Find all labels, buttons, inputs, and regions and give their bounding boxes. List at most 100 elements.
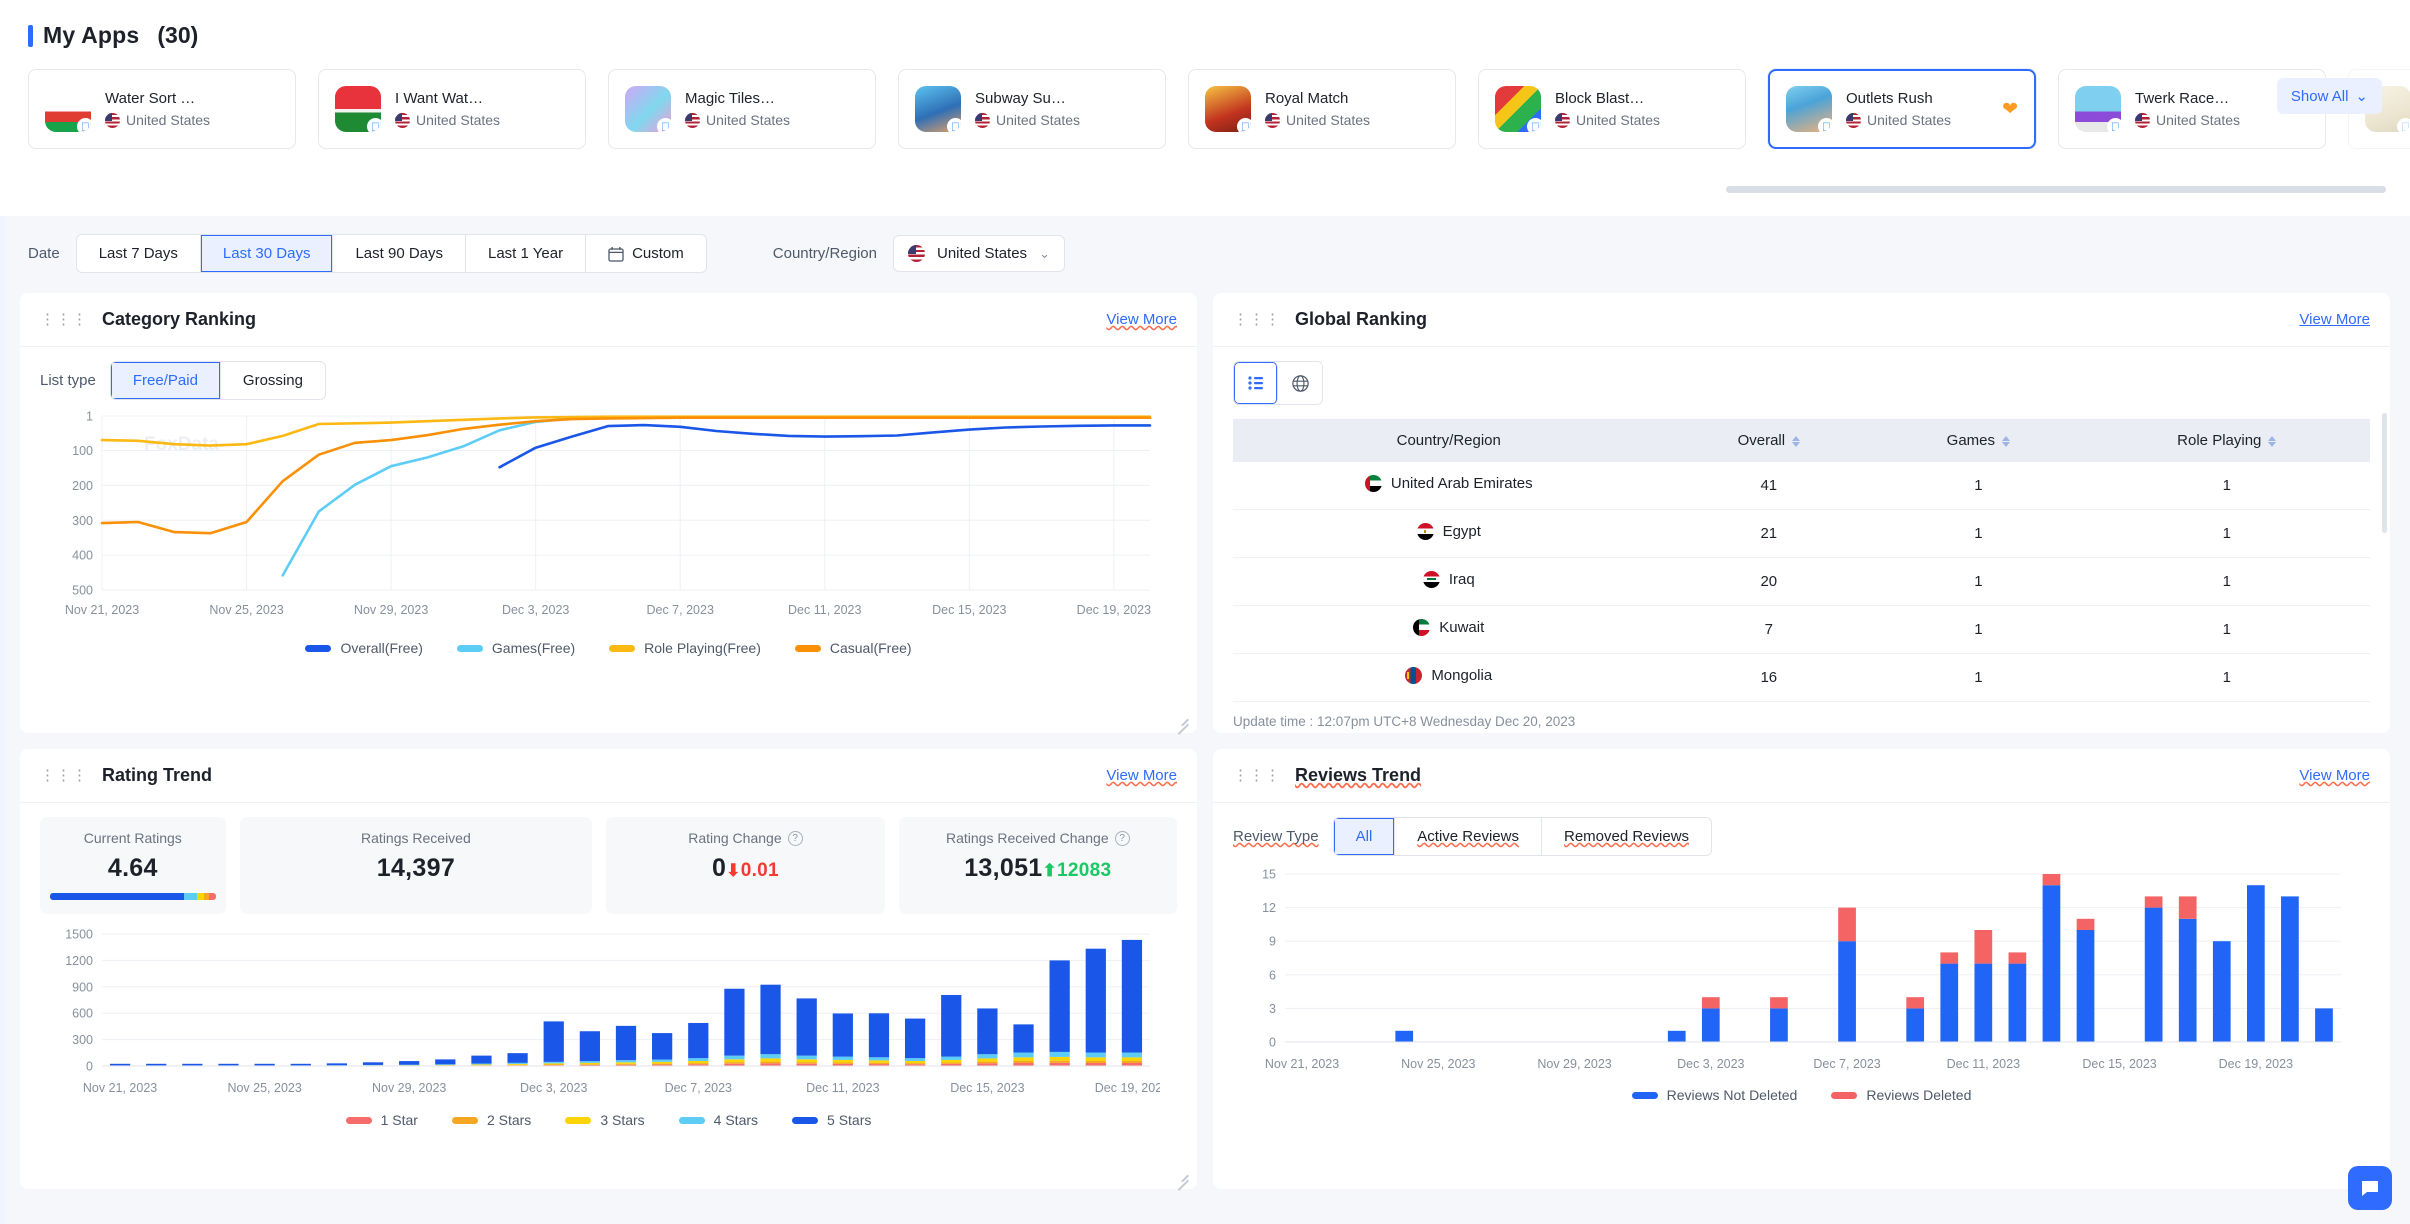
app-card[interactable]:  Subway Su… United States (898, 69, 1166, 149)
legend-item[interactable]: Reviews Deleted (1831, 1087, 1971, 1103)
cell-role-playing: 1 (2083, 462, 2370, 510)
legend-item[interactable]: 5 Stars (792, 1112, 871, 1128)
category-ranking-legend: Overall(Free) Games(Free) Role Playing(Fre… (40, 640, 1177, 656)
legend-item[interactable]: Games(Free) (456, 640, 575, 656)
svg-text:Nov 29, 2023: Nov 29, 2023 (354, 603, 428, 617)
drag-handle-icon[interactable]: ⋮⋮⋮ (40, 312, 88, 327)
global-ranking-panel: ⋮⋮⋮ Global Ranking View More Country/Reg… (1213, 293, 2390, 733)
globe-view-icon[interactable] (1278, 362, 1322, 404)
global-ranking-view-more[interactable]: View More (2299, 311, 2370, 328)
svg-text:1500: 1500 (65, 928, 93, 942)
segment-option[interactable]: Custom (586, 235, 706, 272)
legend-item[interactable]: 3 Stars (565, 1112, 645, 1128)
svg-text:600: 600 (72, 1007, 93, 1021)
metric-card: Current Ratings 4.64 (40, 817, 226, 914)
svg-text:400: 400 (72, 549, 93, 563)
cell-games: 1 (1873, 509, 2084, 558)
column-header[interactable]: Overall (1664, 419, 1874, 462)
table-row[interactable]: Egypt 21 1 1 (1233, 509, 2370, 558)
sort-toggle-icon[interactable] (1792, 435, 1801, 447)
us-flag-icon (685, 112, 700, 128)
favorite-heart-icon[interactable]: ❤ (2002, 98, 2018, 121)
help-icon[interactable]: ? (787, 830, 803, 846)
legend-item[interactable]: Overall(Free) (305, 640, 423, 656)
sort-toggle-icon[interactable] (2268, 435, 2277, 447)
arrow-down-icon: ⬇ (726, 861, 741, 880)
legend-swatch (794, 644, 821, 652)
segment-option[interactable]: Grossing (221, 362, 325, 399)
svg-text:Nov 21, 2023: Nov 21, 2023 (83, 1081, 157, 1095)
column-header-label: Role Playing (2177, 432, 2262, 449)
segment-option[interactable]: Active Reviews (1395, 818, 1542, 855)
segment-option[interactable]: Free/Paid (110, 362, 221, 399)
legend-item[interactable]: Reviews Not Deleted (1631, 1087, 1797, 1103)
svg-text:Dec 11, 2023: Dec 11, 2023 (1947, 1057, 2020, 1071)
svg-text:Nov 21, 2023: Nov 21, 2023 (65, 603, 139, 617)
apple-platform-icon:  (1818, 118, 1832, 132)
table-row[interactable]: Kuwait 7 1 1 (1233, 605, 2370, 654)
app-name: Block Blast… (1555, 90, 1645, 107)
svg-text:Dec 11, 2023: Dec 11, 2023 (806, 1081, 879, 1095)
app-card[interactable]:  Magic Tiles… United States (608, 69, 876, 149)
app-country: United States (2135, 112, 2240, 128)
apple-platform-icon:  (367, 118, 381, 132)
app-card[interactable]:  I Want Wat… United States (318, 69, 586, 149)
country-name: Egypt (1442, 523, 1481, 540)
my-apps-title: My Apps (43, 22, 140, 48)
reviews-trend-chart: 0 3 6 9 12 15 Nov 21, 2023 Nov 25, 2023 Nov 29, … (1233, 866, 2370, 1103)
app-meta: Royal Match United States (1265, 90, 1370, 128)
date-range-segmented[interactable]: Last 7 Days Last 30 Days Last 90 Days Last … (75, 234, 707, 273)
drag-handle-icon[interactable]: ⋮⋮⋮ (1233, 768, 1281, 783)
country-flag-icon (1413, 619, 1431, 636)
legend-item[interactable]: Role Playing(Free) (609, 640, 761, 656)
app-card[interactable]:  Outlets Rush United States ❤ (1768, 69, 2036, 149)
legend-item[interactable]: 1 Star (345, 1112, 418, 1128)
segment-option[interactable]: Last 1 Year (466, 235, 587, 272)
legend-item[interactable]: Casual(Free) (794, 640, 912, 656)
chat-support-button[interactable] (2348, 1166, 2392, 1210)
show-all-button[interactable]: Show All ⌄ (2276, 78, 2382, 114)
sort-toggle-icon[interactable] (2002, 435, 2011, 447)
app-card[interactable]:  Water Sort … United States (28, 69, 296, 149)
legend-item[interactable]: 4 Stars (678, 1112, 758, 1128)
list-type-segmented[interactable]: Free/Paid Grossing (109, 361, 326, 400)
drag-handle-icon[interactable]: ⋮⋮⋮ (1233, 312, 1281, 327)
table-row[interactable]: Iraq 20 1 1 (1233, 557, 2370, 606)
column-header[interactable]: Role Playing (2083, 419, 2370, 462)
column-header[interactable]: Games (1873, 419, 2084, 462)
review-type-segmented[interactable]: All Active Reviews Removed Reviews (1332, 817, 1713, 856)
app-card[interactable]:  Royal Match United States (1188, 69, 1456, 149)
table-vertical-scrollbar[interactable] (2382, 413, 2387, 533)
apps-horizontal-scrollbar[interactable] (1726, 186, 2386, 193)
calendar-icon (608, 246, 624, 262)
panel-resize-handle[interactable] (1175, 1167, 1189, 1181)
block-blast-icon:  (1495, 86, 1541, 132)
apple-platform-icon:  (657, 118, 671, 132)
svg-text:500: 500 (72, 584, 93, 598)
list-view-icon[interactable] (1234, 362, 1278, 404)
app-card[interactable]:  Block Blast… United States (1478, 69, 1746, 149)
table-row[interactable]: Mongolia 16 1 1 (1233, 653, 2370, 702)
legend-item[interactable]: 2 Stars (451, 1112, 531, 1128)
table-header-row: Country/Region Overall Games Role Playing (1233, 419, 2370, 462)
segment-label: Last 30 Days (222, 245, 311, 262)
drag-handle-icon[interactable]: ⋮⋮⋮ (40, 768, 88, 783)
segment-option[interactable]: Last 90 Days (333, 235, 466, 272)
apps-strip[interactable]:  Water Sort … United States  I Want Wat… Un… (0, 49, 2410, 149)
panel-resize-handle[interactable] (1175, 711, 1189, 725)
segment-option[interactable]: Last 30 Days (200, 235, 334, 272)
svg-text:200: 200 (72, 479, 93, 493)
segment-option[interactable]: All (1333, 818, 1396, 855)
segment-label: Last 90 Days (355, 245, 443, 262)
app-country-label: United States (996, 112, 1081, 128)
svg-text:Dec 3, 2023: Dec 3, 2023 (502, 603, 569, 617)
help-icon[interactable]: ? (1114, 830, 1130, 846)
segment-option[interactable]: Removed Reviews (1542, 818, 1711, 855)
rating-trend-view-more[interactable]: View More (1106, 767, 1177, 784)
reviews-trend-view-more[interactable]: View More (2299, 767, 2370, 784)
segment-option[interactable]: Last 7 Days (77, 235, 201, 272)
country-select[interactable]: United States ⌄ (893, 235, 1065, 272)
global-ranking-view-toggle[interactable] (1233, 361, 1323, 405)
category-ranking-view-more[interactable]: View More (1106, 311, 1177, 328)
table-row[interactable]: United Arab Emirates 41 1 1 (1233, 462, 2370, 510)
